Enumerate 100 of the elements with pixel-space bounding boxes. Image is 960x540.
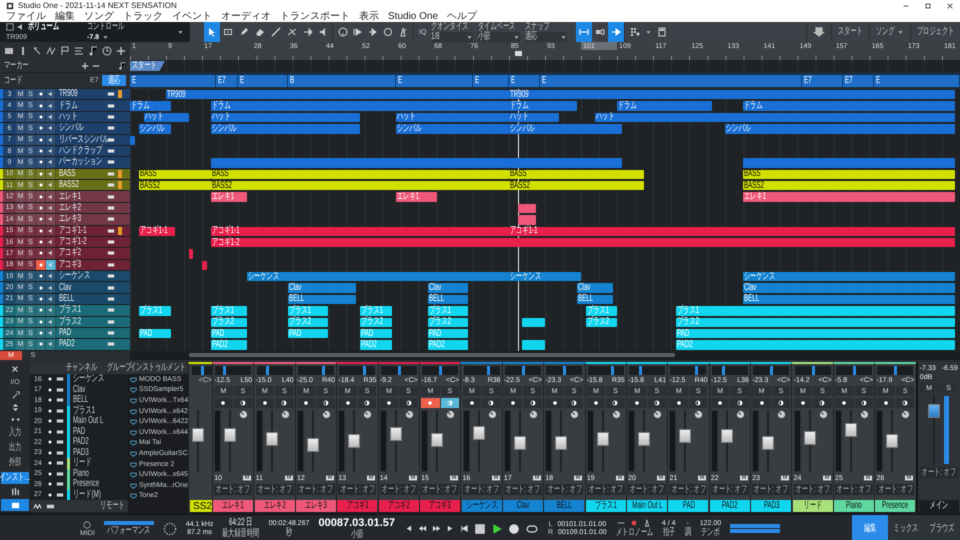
clip[interactable]: アコギ1-1 (508, 226, 956, 236)
clip[interactable]: エレキ1 (211, 192, 248, 202)
channel-name[interactable]: PAD (73, 426, 86, 437)
clip[interactable]: BASS2 (508, 181, 644, 190)
menu-item[interactable]: 表示 (359, 12, 379, 22)
quantize-dropdown[interactable]: 1/8 (431, 32, 474, 42)
mixer-view-tab[interactable]: 出力 (1, 442, 29, 454)
chord-event[interactable]: E (508, 75, 540, 87)
clip[interactable]: ドラム (743, 101, 956, 111)
clip[interactable]: BELL (428, 294, 468, 304)
clip[interactable]: シンバル (508, 124, 622, 134)
clip[interactable]: Clav (576, 283, 613, 293)
chord-event[interactable]: E7 (802, 75, 843, 87)
clip[interactable]: BASS (743, 170, 956, 179)
menu-item[interactable]: ヘルプ (447, 12, 478, 22)
clip[interactable]: シーケンス (743, 272, 956, 282)
chord-event[interactable]: E7 (842, 75, 874, 87)
automation-button[interactable]: オート: オフ (256, 484, 294, 495)
clip[interactable]: Clav (288, 283, 356, 293)
chord-mode-button[interactable]: 適応 (102, 75, 126, 86)
automation-button[interactable]: オート: オフ (876, 484, 914, 495)
clip[interactable]: ドラム (508, 101, 577, 111)
view-tab[interactable]: ブラウズ (924, 515, 960, 540)
automation-button[interactable]: オート: オフ (545, 484, 584, 495)
channel-name[interactable]: PAD3 (73, 448, 89, 458)
channel-name[interactable]: Clav (73, 384, 86, 395)
menu-item[interactable]: ファイル (6, 12, 46, 22)
clip[interactable]: シーケンス (508, 272, 582, 282)
automation-button[interactable]: オート: オフ (628, 484, 666, 495)
marker-flag[interactable]: スタート (130, 61, 165, 71)
automation-button[interactable]: オート: オフ (421, 484, 460, 495)
timebase-dropdown[interactable]: 小節 (478, 32, 520, 42)
automation-button[interactable]: オート: オフ (214, 484, 252, 495)
clip[interactable]: BELL (743, 294, 956, 304)
channel-name[interactable]: シーケンス (73, 374, 104, 384)
clip[interactable]: シンバル (725, 124, 956, 134)
channel-name[interactable]: Presence (73, 479, 100, 490)
clip[interactable]: BASS (139, 170, 212, 179)
channel-name[interactable]: BELL (73, 395, 88, 406)
chord-event[interactable]: E (472, 75, 509, 87)
clip[interactable]: BASS (211, 170, 509, 179)
channel-name[interactable]: ブラス1 (73, 406, 96, 416)
clip[interactable]: エレキ1 (396, 192, 437, 202)
menu-item[interactable]: イベント (172, 12, 212, 22)
automation-button[interactable]: オート: オフ (835, 484, 874, 495)
menu-item[interactable]: Studio One (388, 12, 438, 22)
clip[interactable]: アコギ1-1 (211, 226, 509, 236)
menu-item[interactable]: トラック (123, 12, 163, 22)
automation-button[interactable]: オート: オフ (669, 484, 708, 495)
automation-button[interactable]: オート: オフ (380, 484, 418, 495)
chord-event[interactable]: B (288, 75, 396, 87)
clip[interactable]: アコギ1-2 (211, 238, 956, 248)
mixer-view-tab[interactable]: 入力 (1, 427, 29, 439)
clip[interactable]: シンバル (139, 124, 171, 134)
clip[interactable]: ドラム (617, 101, 712, 111)
channel-name[interactable]: リード(M) (73, 490, 101, 500)
clip[interactable]: BASS (508, 170, 644, 179)
clip[interactable]: アコギ1-1 (139, 226, 176, 236)
clip[interactable]: シンバル (211, 124, 360, 134)
view-tab[interactable]: 編集 (852, 515, 888, 540)
view-tab[interactable]: ミックス (888, 515, 924, 540)
menu-item[interactable]: ソング (84, 12, 114, 22)
automation-button[interactable]: オート: オフ (752, 484, 790, 495)
menu-item[interactable]: トランスポート (280, 12, 350, 22)
clip[interactable]: Clav (428, 283, 468, 293)
mixer-view-tab[interactable]: 外部 (1, 457, 29, 469)
chord-event[interactable]: E (238, 75, 288, 87)
automation-button[interactable]: オート: オフ (920, 467, 958, 478)
clip[interactable]: ハット (396, 112, 509, 122)
automation-button[interactable]: オート: オフ (504, 484, 542, 495)
automation-button[interactable]: オート: オフ (296, 484, 335, 495)
automation-button[interactable]: オート: オフ (710, 484, 749, 495)
clip[interactable]: シーケンス (247, 272, 509, 282)
clip[interactable]: ハット (211, 112, 360, 122)
menu-item[interactable]: 編集 (55, 12, 75, 22)
clip[interactable]: ドラム (130, 101, 158, 111)
clip[interactable]: ハット (508, 112, 559, 122)
clip[interactable]: エレキ1 (743, 192, 956, 202)
clip[interactable]: TR909 (166, 90, 509, 100)
chord-event[interactable]: E (874, 75, 960, 87)
chord-event[interactable]: E (540, 75, 802, 87)
clip[interactable]: シンバル (396, 124, 509, 134)
automation-button[interactable]: オート: オフ (462, 484, 501, 495)
automation-button[interactable]: オート: オフ (586, 484, 625, 495)
clip[interactable]: BELL (288, 294, 356, 304)
channel-name[interactable]: Main Out L (73, 416, 104, 426)
clip[interactable]: BASS2 (211, 181, 509, 190)
clip[interactable]: Clav (743, 283, 956, 293)
automation-button[interactable]: オート: オフ (338, 484, 376, 495)
chord-event[interactable]: E (396, 75, 473, 87)
automation-button[interactable]: オート: オフ (794, 484, 832, 495)
clip[interactable]: BASS2 (139, 181, 212, 190)
clip[interactable]: ハット (594, 112, 956, 122)
clip[interactable]: BASS2 (743, 181, 956, 190)
channel-name[interactable]: PAD2 (73, 437, 89, 448)
menu-item[interactable]: オーディオ (221, 12, 271, 22)
clip[interactable]: TR909 (508, 90, 956, 100)
chord-event[interactable]: E (130, 75, 216, 87)
clip[interactable]: BELL (576, 294, 613, 304)
snap-dropdown[interactable]: 適応 (525, 32, 568, 42)
